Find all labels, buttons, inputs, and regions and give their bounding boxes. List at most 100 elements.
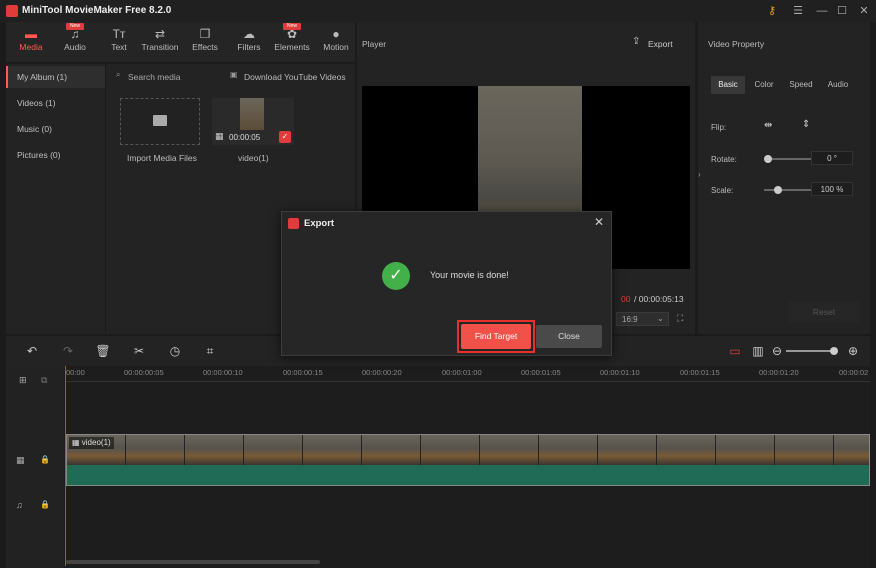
zoom-out-icon[interactable]: ⊖ <box>769 343 785 359</box>
ruler-tick: 00:00:00:20 <box>362 368 402 377</box>
crop-icon[interactable]: ⌗ <box>202 343 218 359</box>
tab-elements[interactable]: New ✿ Elements <box>270 23 314 60</box>
album-nav: My Album (1) Videos (1) Music (0) Pictur… <box>6 64 105 334</box>
folder-icon: ▬ <box>25 27 37 41</box>
zoom-slider-knob[interactable] <box>830 347 838 355</box>
close-window-button[interactable]: ✕ <box>856 3 872 19</box>
film-icon: ▦ <box>215 131 224 141</box>
video-thumbnail[interactable]: ▦ 00:00:05 ✓ <box>212 98 294 145</box>
time-current: 00 <box>621 294 631 304</box>
lock-icon[interactable]: 🔒 <box>40 500 50 509</box>
scale-slider[interactable] <box>764 189 812 191</box>
tab-filters[interactable]: ☁ Filters <box>227 24 271 60</box>
timeline-scrollbar[interactable] <box>66 560 320 564</box>
ruler-tick: 00:00:00:15 <box>283 368 323 377</box>
player-title: Player <box>362 39 387 49</box>
dialog-title: Export <box>304 218 335 229</box>
key-icon[interactable]: ⚷ <box>764 3 780 19</box>
tab-media[interactable]: ▬ Media <box>9 24 53 60</box>
nav-pictures[interactable]: Pictures (0) <box>6 144 105 166</box>
scale-slider-knob[interactable] <box>774 186 782 194</box>
ruler-tick: 00:00:00:05 <box>124 368 164 377</box>
search-media-input[interactable]: Search media <box>128 72 180 82</box>
flip-horizontal-icon[interactable]: ⇹ <box>764 120 772 131</box>
clip-frame <box>775 435 834 465</box>
nav-my-album[interactable]: My Album (1) <box>6 66 105 88</box>
zoom-audio-icon[interactable]: ▥ <box>750 343 766 359</box>
nav-videos[interactable]: Videos (1) <box>6 92 105 114</box>
close-button[interactable]: Close <box>536 325 602 348</box>
zoom-slider[interactable] <box>786 350 836 352</box>
redo-icon[interactable]: ↷ <box>60 343 76 359</box>
playhead[interactable] <box>65 366 66 566</box>
add-track-icon[interactable]: ⊞ <box>19 375 27 386</box>
fit-timeline-icon[interactable]: ▭ <box>727 343 743 359</box>
timeline: ⊞ ⧉ ▦ 🔒 ♫ 🔒 00:00 00:00:00:05 00:00:00:1… <box>6 366 870 568</box>
clip-frame <box>598 435 657 465</box>
rotate-slider[interactable] <box>766 158 812 160</box>
export-button[interactable]: Export <box>648 39 673 49</box>
ruler-tick: 00:00:01:00 <box>442 368 482 377</box>
rotate-value[interactable]: 0 ° <box>811 151 853 165</box>
import-media-label: Import Media Files <box>127 153 197 163</box>
folder-icon <box>153 115 167 126</box>
tab-audio[interactable]: New ♫ Audio <box>53 23 97 60</box>
clip-frame <box>185 435 244 465</box>
clip-frame <box>126 435 185 465</box>
menu-icon[interactable]: ☰ <box>790 3 806 19</box>
tab-motion[interactable]: ● Motion <box>314 24 358 60</box>
app-logo-icon <box>288 218 299 229</box>
import-media-card[interactable] <box>120 98 200 145</box>
clip-frame <box>834 435 869 465</box>
download-youtube-link[interactable]: Download YouTube Videos <box>244 72 346 82</box>
tab-effects[interactable]: ❐ Effects <box>183 24 227 60</box>
tab-speed[interactable]: Speed <box>783 76 819 94</box>
rotate-slider-knob[interactable] <box>764 155 772 163</box>
video-label: video(1) <box>238 153 269 163</box>
scale-label: Scale: <box>711 186 734 195</box>
minimize-button[interactable]: — <box>814 3 830 19</box>
effects-icon: ❐ <box>199 27 211 41</box>
time-ruler[interactable]: 00:00 00:00:00:05 00:00:00:10 00:00:00:1… <box>66 366 870 382</box>
film-icon: ▦ <box>72 438 82 447</box>
tab-text[interactable]: Tт Text <box>97 24 141 60</box>
export-dialog: Export ✕ ✓ Your movie is done! Find Targ… <box>281 211 612 356</box>
music-track-icon: ♫ <box>16 500 23 510</box>
close-icon[interactable]: ✕ <box>594 215 604 229</box>
lock-icon[interactable]: 🔒 <box>40 455 50 464</box>
time-total: / 00:00:05:13 <box>634 294 684 304</box>
video-clip[interactable]: ▦ video(1) <box>66 434 870 486</box>
aspect-ratio-select[interactable]: 16:9 ⌄ <box>616 312 669 326</box>
tab-basic[interactable]: Basic <box>711 76 745 94</box>
tab-audio[interactable]: Audio <box>821 76 855 94</box>
clip-label-box: ▦ video(1) <box>69 437 114 449</box>
motion-icon: ● <box>332 27 340 41</box>
aspect-ratio-value: 16:9 <box>622 315 638 324</box>
maximize-button[interactable]: ☐ <box>834 3 850 19</box>
copy-track-icon[interactable]: ⧉ <box>41 375 47 386</box>
tab-color[interactable]: Color <box>747 76 781 94</box>
added-check-icon[interactable]: ✓ <box>279 131 291 143</box>
scale-value[interactable]: 100 % <box>811 182 853 196</box>
speed-icon[interactable]: ◷ <box>167 343 183 359</box>
reset-button[interactable]: Reset <box>788 302 860 322</box>
tab-transition[interactable]: ⇄ Transition <box>138 24 182 60</box>
zoom-in-icon[interactable]: ⊕ <box>845 343 861 359</box>
flip-label: Flip: <box>711 123 727 132</box>
ruler-tick: 00:00 <box>66 368 85 377</box>
main-toolbar: ▬ Media New ♫ Audio Tт Text ⇄ Transition ❐ Eff… <box>6 22 355 62</box>
nav-music[interactable]: Music (0) <box>6 118 105 140</box>
ruler-tick: 00:00:01:05 <box>521 368 561 377</box>
split-icon[interactable]: ✂ <box>131 343 147 359</box>
collapse-panel-icon[interactable]: › <box>698 170 701 179</box>
flip-vertical-icon[interactable]: ⇕ <box>802 119 810 130</box>
app-logo-icon <box>6 5 18 17</box>
undo-icon[interactable]: ↶ <box>24 343 40 359</box>
dialog-message: Your movie is done! <box>430 270 509 280</box>
find-target-button[interactable]: Find Target <box>461 324 531 349</box>
ruler-tick: 00:00:02 <box>839 368 869 377</box>
delete-icon[interactable]: 🗑 <box>95 343 111 359</box>
fullscreen-icon[interactable]: ⛶ <box>677 313 683 324</box>
success-check-icon: ✓ <box>382 262 410 290</box>
ruler-tick: 00:00:00:10 <box>203 368 243 377</box>
